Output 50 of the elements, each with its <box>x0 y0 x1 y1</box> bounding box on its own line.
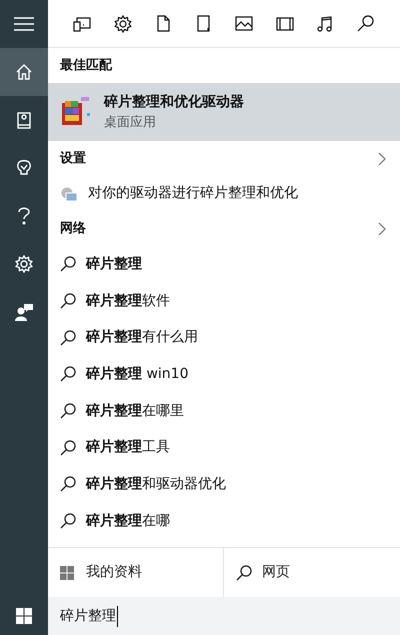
chevron-right-icon[interactable] <box>378 222 386 236</box>
suggestion-item[interactable]: 碎片整理工具 <box>48 429 400 466</box>
search-icon <box>60 293 76 310</box>
film-icon <box>276 16 294 30</box>
search-icon <box>357 15 374 32</box>
suggestion-item[interactable]: 碎片整理软件 <box>48 282 400 320</box>
music-icon <box>317 16 334 32</box>
search-icon <box>60 256 76 272</box>
search-icon <box>60 440 76 456</box>
defrag-app-icon <box>60 97 92 127</box>
help-icon <box>18 207 30 225</box>
suggestion-item[interactable]: 碎片整理和驱动器优化 <box>48 466 400 503</box>
search-field[interactable]: 碎片整理 <box>48 597 400 635</box>
search-icon <box>60 513 76 530</box>
document-icon <box>156 15 170 32</box>
suggestion-item[interactable]: 碎片整理有什么用 <box>48 319 400 356</box>
tablet-icon <box>197 15 210 32</box>
search-icon <box>60 330 76 346</box>
menu-icon <box>14 17 34 31</box>
chevron-right-icon[interactable] <box>378 152 386 166</box>
search-icon <box>236 564 252 580</box>
feedback-icon <box>15 303 33 321</box>
windows-icon <box>60 566 74 580</box>
web-button[interactable]: 网页 <box>224 548 400 597</box>
windows-icon <box>16 608 32 624</box>
home-icon <box>16 64 32 80</box>
search-icon <box>60 476 76 492</box>
section-heading: 网络 <box>60 220 86 238</box>
notebook-icon <box>17 112 31 128</box>
result-item[interactable]: 碎片整理和优化驱动器 桌面应用 <box>48 83 400 141</box>
settings-icon <box>15 255 33 273</box>
search-icon <box>60 403 76 420</box>
sidebar-button[interactable] <box>0 48 48 96</box>
search-icon <box>60 366 76 382</box>
scope-label: 网页 <box>262 563 290 582</box>
section-heading: 最佳匹配 <box>60 56 112 75</box>
search-text: 碎片整理 <box>60 606 118 626</box>
suggestion-item[interactable]: 碎片整理在哪里 <box>48 392 400 430</box>
lightbulb-icon <box>17 159 31 177</box>
settings-item[interactable]: 对你的驱动器进行碎片整理和优化 <box>48 176 400 211</box>
suggestion-item[interactable]: 碎片整理 <box>48 246 400 283</box>
suggestion-item[interactable]: 碎片整理 win10 <box>48 356 400 393</box>
section-heading: 设置 <box>60 150 86 168</box>
result-subtitle: 桌面应用 <box>104 114 157 132</box>
result-title: 碎片整理和优化驱动器 <box>104 92 244 112</box>
settings-icon <box>114 14 132 32</box>
photo-icon <box>235 16 254 31</box>
scope-label: 我的资料 <box>86 563 142 582</box>
devices-icon <box>73 16 92 32</box>
suggestion-item[interactable]: 碎片整理在哪 <box>48 502 400 540</box>
